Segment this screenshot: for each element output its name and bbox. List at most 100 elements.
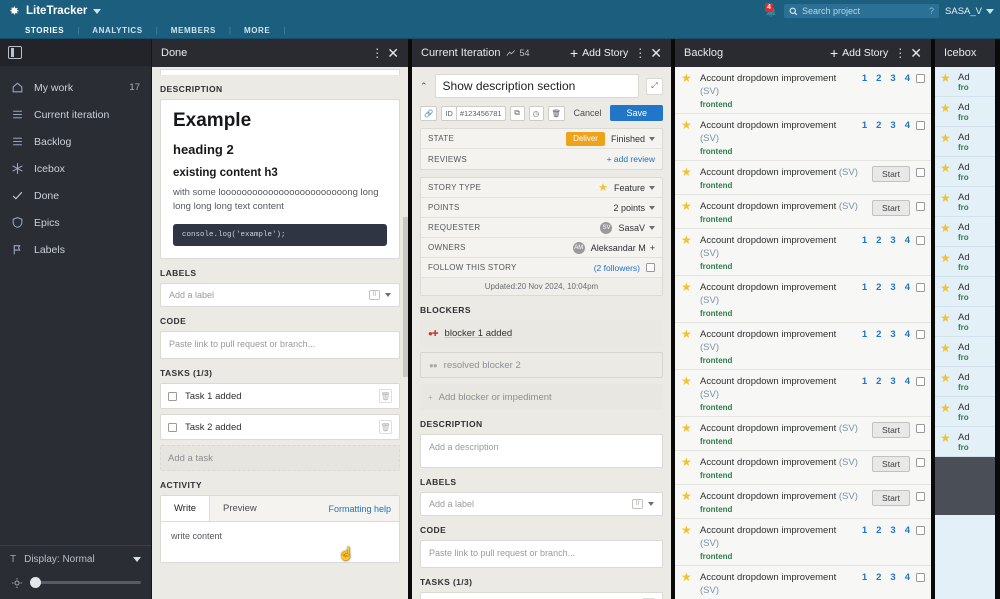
backlog-row[interactable]: ★Account dropdown improvement (SV)fronte…: [675, 161, 931, 195]
story-tag[interactable]: frontend: [700, 100, 856, 109]
close-icon[interactable]: ✕: [910, 47, 922, 59]
brand[interactable]: LiteTracker: [8, 5, 101, 17]
slider-knob[interactable]: [30, 577, 41, 588]
point-button[interactable]: 4: [905, 572, 910, 583]
sidebar-item-current-iteration[interactable]: Current iteration: [0, 101, 151, 128]
cancel-button[interactable]: Cancel: [573, 108, 606, 118]
point-button[interactable]: 4: [905, 73, 910, 84]
star-icon[interactable]: ★: [940, 162, 953, 182]
backlog-row[interactable]: ★Account dropdown improvement (SV)fronte…: [675, 229, 931, 276]
point-button[interactable]: 2: [876, 73, 881, 84]
panel-iteration-body[interactable]: ⌃ Show description section ⤢ 🔗 ID #12345…: [412, 67, 671, 599]
point-button[interactable]: 3: [890, 572, 895, 583]
story-tag[interactable]: fro: [958, 413, 970, 422]
story-title-input[interactable]: Show description section: [435, 74, 639, 98]
icebox-row[interactable]: ★Adfro: [935, 187, 995, 217]
icebox-list[interactable]: ★Adfro★Adfro★Adfro★Adfro★Adfro★Adfro★Adf…: [935, 67, 995, 599]
start-button[interactable]: Start: [872, 456, 910, 472]
field-requester[interactable]: REQUESTER SV SasaV: [421, 218, 662, 238]
story-tag[interactable]: fro: [958, 263, 970, 272]
point-button[interactable]: 1: [862, 376, 867, 387]
label-input[interactable]: Add a label ⌷: [160, 283, 400, 307]
user-menu[interactable]: SASA_V: [945, 6, 994, 17]
icebox-row[interactable]: ★Adfro: [935, 307, 995, 337]
requester-value[interactable]: SasaV: [618, 223, 655, 233]
story-checkbox[interactable]: [916, 458, 925, 467]
point-button[interactable]: 1: [862, 235, 867, 246]
chevron-down-icon[interactable]: [648, 502, 654, 506]
followers-link[interactable]: (2 followers): [594, 263, 640, 273]
add-story-button[interactable]: + Add Story: [570, 47, 628, 59]
clock-icon[interactable]: ◷: [529, 106, 544, 121]
story-tag[interactable]: frontend: [700, 262, 856, 271]
story-checkbox[interactable]: [916, 236, 925, 245]
task-row[interactable]: Task 2 added 🗑: [160, 414, 400, 440]
sidebar-item-done[interactable]: Done: [0, 182, 151, 209]
star-icon[interactable]: ★: [940, 402, 953, 422]
star-icon[interactable]: ★: [940, 342, 953, 362]
sidebar-item-my-work[interactable]: My work 17: [0, 74, 151, 101]
description-input[interactable]: Add a description: [420, 434, 663, 468]
add-review-link[interactable]: + add review: [607, 154, 655, 164]
backlog-row[interactable]: ★Account dropdown improvement (SV)fronte…: [675, 370, 931, 417]
backlog-row[interactable]: ★Account dropdown improvement (SV)fronte…: [675, 323, 931, 370]
point-button[interactable]: 1: [862, 329, 867, 340]
sidebar-item-epics[interactable]: Epics: [0, 209, 151, 236]
add-owner-icon[interactable]: +: [650, 243, 655, 253]
code-input[interactable]: Paste link to pull request or branch...: [420, 540, 663, 568]
point-button[interactable]: 4: [905, 235, 910, 246]
label-tag-icon[interactable]: ⌷: [369, 290, 380, 300]
story-tag[interactable]: frontend: [700, 215, 866, 224]
backlog-row[interactable]: ★Account dropdown improvement (SV)fronte…: [675, 485, 931, 519]
state-value[interactable]: Finished: [611, 134, 655, 144]
backlog-row[interactable]: ★Account dropdown improvement (SV)fronte…: [675, 417, 931, 451]
point-button[interactable]: 2: [876, 329, 881, 340]
add-blocker-button[interactable]: + Add blocker or impediment: [420, 384, 663, 410]
icebox-row[interactable]: ★Adfro: [935, 277, 995, 307]
story-tag[interactable]: fro: [958, 83, 970, 92]
point-button[interactable]: 1: [862, 572, 867, 583]
panel-done-body[interactable]: DESCRIPTION Example heading 2 existing c…: [152, 67, 408, 599]
icebox-row[interactable]: ★Adfro: [935, 157, 995, 187]
story-tag[interactable]: frontend: [700, 181, 866, 190]
owners-value[interactable]: Aleksandar M +: [591, 243, 655, 253]
point-button[interactable]: 1: [862, 525, 867, 536]
point-button[interactable]: 4: [905, 282, 910, 293]
story-checkbox[interactable]: [916, 121, 925, 130]
story-tag[interactable]: fro: [958, 293, 970, 302]
star-icon[interactable]: ★: [940, 432, 953, 452]
point-button[interactable]: 2: [876, 525, 881, 536]
story-id-group[interactable]: ID #123456781: [441, 106, 505, 121]
sidebar-item-labels[interactable]: Labels: [0, 236, 151, 263]
story-tag[interactable]: frontend: [700, 471, 866, 480]
backlog-list[interactable]: ★Account dropdown improvement (SV)fronte…: [675, 67, 931, 599]
notifications-icon[interactable]: 4: [764, 4, 778, 18]
backlog-row[interactable]: ★Account dropdown improvement (SV)fronte…: [675, 276, 931, 323]
star-icon[interactable]: ★: [681, 490, 694, 502]
add-story-button[interactable]: + Add Story: [830, 47, 888, 59]
star-icon[interactable]: ★: [681, 571, 694, 583]
icebox-row[interactable]: ★Adfro: [935, 97, 995, 127]
kebab-menu-icon[interactable]: ⋮: [894, 48, 904, 58]
field-state[interactable]: STATE Deliver Finished: [421, 129, 662, 149]
points-value[interactable]: 2 points: [613, 203, 655, 213]
star-icon[interactable]: ★: [681, 234, 694, 246]
story-checkbox[interactable]: [916, 377, 925, 386]
star-icon[interactable]: ★: [681, 328, 694, 340]
close-icon[interactable]: ✕: [387, 47, 399, 59]
point-button[interactable]: 3: [890, 329, 895, 340]
field-reviews[interactable]: REVIEWS + add review: [421, 149, 662, 169]
sidebar-item-backlog[interactable]: Backlog: [0, 128, 151, 155]
copy-icon[interactable]: ⧉: [510, 106, 525, 121]
backlog-row[interactable]: ★Account dropdown improvement (SV)fronte…: [675, 566, 931, 599]
point-button[interactable]: 1: [862, 120, 867, 131]
star-icon[interactable]: ★: [940, 372, 953, 392]
backlog-row[interactable]: ★Account dropdown improvement (SV)fronte…: [675, 195, 931, 229]
star-icon[interactable]: ★: [681, 166, 694, 178]
tab-members[interactable]: MEMBERS: [158, 26, 229, 35]
star-icon[interactable]: ★: [681, 72, 694, 84]
star-icon[interactable]: ★: [681, 119, 694, 131]
icebox-row[interactable]: ★Adfro: [935, 247, 995, 277]
story-tag[interactable]: frontend: [700, 147, 856, 156]
tab-analytics[interactable]: ANALYTICS: [79, 26, 155, 35]
